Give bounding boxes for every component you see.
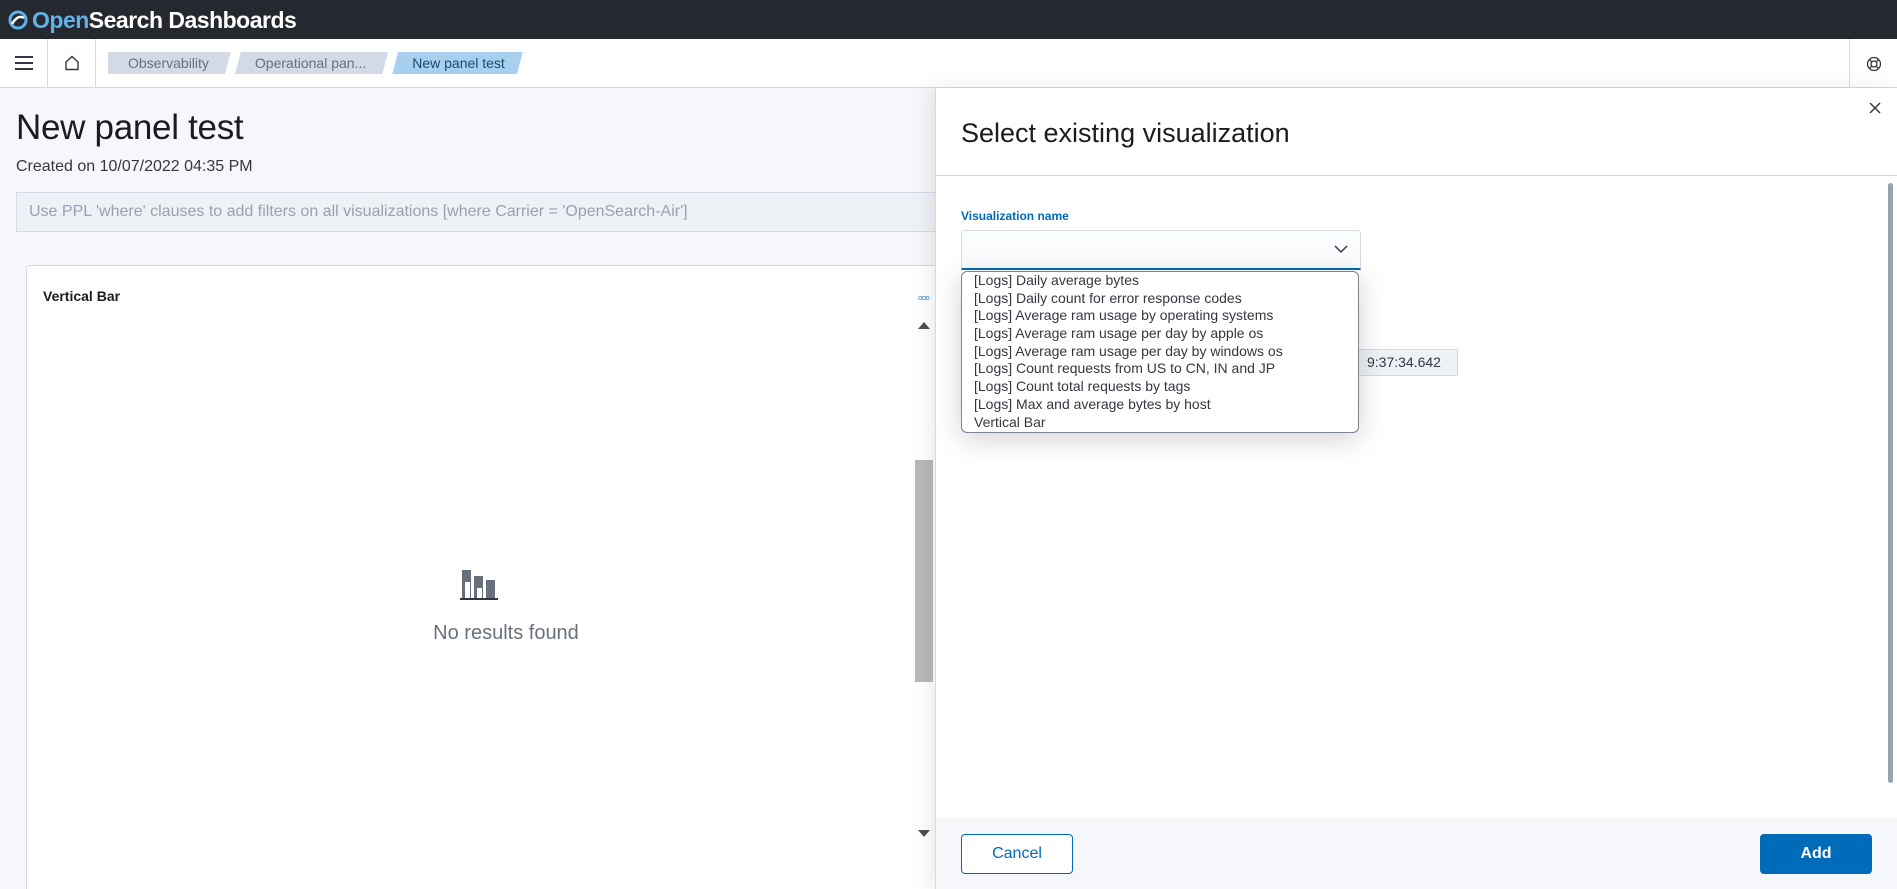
close-icon[interactable]	[1867, 100, 1883, 116]
date-range-value: 9:37:34.642	[1351, 349, 1458, 376]
chevron-down-icon[interactable]	[1334, 244, 1348, 254]
ppl-filter-placeholder: Use PPL 'where' clauses to add filters o…	[29, 203, 688, 220]
list-item[interactable]: [Logs] Count total requests by tags	[962, 378, 1358, 396]
flyout-footer: Cancel Add	[936, 818, 1897, 889]
global-header: OpenSearch Dashboards	[0, 0, 1897, 39]
visualization-options-list[interactable]: [Logs] Daily average bytes [Logs] Daily …	[961, 271, 1359, 433]
breadcrumb-operational-panels[interactable]: Operational pan...	[235, 52, 388, 74]
visualization-name-label: Visualization name	[961, 209, 1069, 223]
list-item[interactable]: [Logs] Max and average bytes by host	[962, 396, 1358, 414]
list-item[interactable]: [Logs] Daily count for error response co…	[962, 290, 1358, 308]
breadcrumb-bar: Observability Operational pan... New pan…	[0, 38, 1897, 88]
list-item[interactable]: Vertical Bar	[962, 414, 1358, 432]
flyout-title: Select existing visualization	[961, 118, 1290, 148]
list-item[interactable]: [Logs] Daily average bytes	[962, 272, 1358, 290]
select-visualization-flyout: Select existing visualization Visualizat…	[935, 88, 1897, 889]
app-logo-text[interactable]: OpenSearch Dashboards	[32, 8, 297, 31]
visualization-panel: Vertical Bar ▫▫▫ No results found	[26, 265, 946, 889]
panel-options-icon[interactable]: ▫▫▫	[918, 290, 930, 305]
menu-icon	[14, 56, 33, 70]
home-icon	[64, 55, 79, 71]
list-item[interactable]: [Logs] Average ram usage per day by appl…	[962, 325, 1358, 343]
scroll-thumb[interactable]	[915, 460, 933, 682]
help-menu-button[interactable]	[1849, 39, 1897, 88]
panel-scrollbar[interactable]	[915, 312, 933, 842]
flyout-scrollbar[interactable]	[1888, 183, 1893, 783]
list-item[interactable]: [Logs] Average ram usage per day by wind…	[962, 343, 1358, 361]
scroll-down-arrow-icon[interactable]	[918, 830, 930, 837]
page-title: New panel test	[16, 108, 244, 147]
add-button[interactable]: Add	[1760, 834, 1872, 874]
bar-chart-icon	[460, 566, 498, 607]
menu-button[interactable]	[0, 38, 48, 88]
breadcrumb-observability[interactable]: Observability	[108, 52, 231, 74]
list-item[interactable]: [Logs] Average ram usage by operating sy…	[962, 307, 1358, 325]
created-date: Created on 10/07/2022 04:35 PM	[16, 158, 253, 175]
home-button[interactable]	[48, 38, 96, 88]
cancel-button[interactable]: Cancel	[961, 834, 1073, 874]
visualization-name-select[interactable]	[961, 230, 1361, 270]
flyout-header: Select existing visualization	[936, 88, 1897, 176]
scroll-up-arrow-icon[interactable]	[918, 322, 930, 329]
help-icon	[1866, 56, 1881, 71]
no-results-text: No results found	[433, 622, 579, 644]
list-item[interactable]: [Logs] Count requests from US to CN, IN …	[962, 360, 1358, 378]
panel-title: Vertical Bar	[43, 288, 121, 304]
breadcrumb: Observability Operational pan... New pan…	[108, 52, 527, 74]
ppl-filter-input[interactable]: Use PPL 'where' clauses to add filters o…	[16, 192, 976, 232]
opensearch-logo-icon[interactable]	[8, 10, 28, 30]
breadcrumb-current: New panel test	[392, 52, 523, 74]
